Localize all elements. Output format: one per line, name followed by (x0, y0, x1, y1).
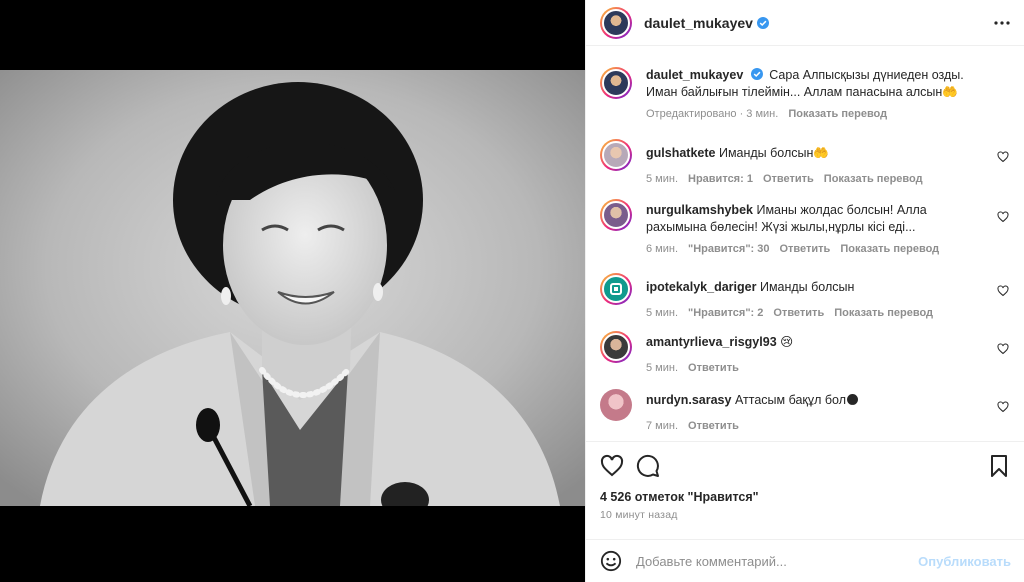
comment-time: 5 мин. (646, 307, 679, 319)
brand-logo-icon (610, 283, 622, 295)
like-heart-icon[interactable] (997, 151, 1009, 163)
comment-username[interactable]: amantyrlieva_risgyl93 (646, 335, 777, 349)
translate-link[interactable]: Показать перевод (788, 106, 887, 123)
comment-text: Иманды болсын (759, 280, 855, 294)
reply-link[interactable]: Ответить (688, 418, 739, 435)
comment-icon[interactable] (636, 454, 660, 478)
like-icon[interactable] (600, 454, 624, 478)
edited-label: Отредактировано · 3 мин. (646, 108, 779, 120)
commenter-avatar[interactable] (600, 389, 632, 421)
author-avatar[interactable] (600, 67, 632, 99)
commenter-avatar[interactable] (600, 331, 632, 363)
translate-link[interactable]: Показать перевод (824, 171, 923, 188)
comment-time: 6 мин. (646, 243, 679, 255)
reply-link[interactable]: Ответить (763, 171, 814, 188)
comment-time: 7 мин. (646, 420, 679, 432)
post-actions: 4 526 отметок "Нравится" 10 минут назад (586, 441, 1024, 539)
comment-likes[interactable]: "Нравится": 2 (688, 305, 763, 322)
author-username[interactable]: daulet_mukayev (644, 15, 753, 31)
verified-badge-icon (756, 16, 769, 29)
commenter-avatar[interactable] (600, 273, 632, 305)
caption-username[interactable]: daulet_mukayev (646, 68, 743, 82)
comment-username[interactable]: ipotekalyk_dariger (646, 280, 756, 294)
reply-link[interactable]: Ответить (773, 305, 824, 322)
comment-composer: Опубликовать (586, 539, 1024, 582)
publish-button[interactable]: Опубликовать (918, 554, 1011, 569)
post-photo[interactable] (0, 70, 585, 506)
verified-badge-icon (750, 68, 763, 80)
comment-likes[interactable]: "Нравится": 30 (688, 241, 769, 258)
reply-link[interactable]: Ответить (779, 241, 830, 258)
comment-text: 😢 (780, 335, 794, 349)
like-heart-icon[interactable] (997, 211, 1009, 223)
comment-username[interactable]: gulshatkete (646, 146, 715, 160)
author-avatar[interactable] (600, 6, 632, 39)
reply-link[interactable]: Ответить (688, 360, 739, 377)
like-heart-icon[interactable] (997, 343, 1009, 355)
like-heart-icon[interactable] (997, 401, 1009, 413)
comment-time: 5 мин. (646, 173, 679, 185)
translate-link[interactable]: Показать перевод (834, 305, 933, 322)
likes-count[interactable]: 4 526 отметок "Нравится" (600, 490, 759, 504)
post-panel: daulet_mukayev daulet_mukayev Сара Алпыс… (585, 0, 1024, 582)
comment-likes[interactable]: Нравится: 1 (688, 171, 753, 188)
translate-link[interactable]: Показать перевод (840, 241, 939, 258)
post-timestamp: 10 минут назад (600, 509, 678, 521)
comment-text: Иманды болсын🤲 (718, 146, 829, 160)
comment-username[interactable]: nurgulkamshybek (646, 203, 753, 217)
emoji-icon[interactable] (600, 550, 622, 572)
more-options-icon[interactable] (993, 14, 1011, 32)
commenter-avatar[interactable] (600, 139, 632, 171)
comments-list[interactable]: daulet_mukayev Сара Алпысқызы дүниеден о… (586, 47, 1024, 440)
comment-input[interactable] (636, 553, 906, 569)
post-media[interactable] (0, 0, 585, 582)
comment-time: 5 мин. (646, 362, 679, 374)
post-header: daulet_mukayev (586, 0, 1024, 46)
comment-username[interactable]: nurdyn.sarasy (646, 393, 731, 407)
commenter-avatar[interactable] (600, 199, 632, 231)
comment-text: Аттасым бақұл бол🌑 (734, 393, 860, 407)
bookmark-icon[interactable] (987, 454, 1011, 478)
like-heart-icon[interactable] (997, 285, 1009, 297)
